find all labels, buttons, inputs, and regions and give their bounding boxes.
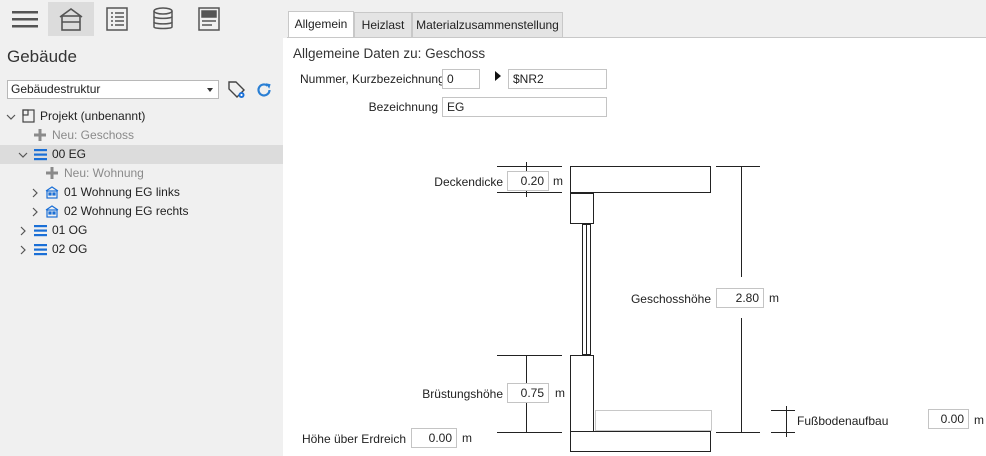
hoehe-erdreich-field[interactable]: 0.00 — [411, 428, 457, 448]
hoehe-erdreich-label: Höhe über Erdreich — [301, 432, 406, 446]
deckendicke-unit: m — [553, 174, 563, 188]
deckendicke-field[interactable]: 0.20 — [507, 171, 549, 191]
parapet-wall — [570, 355, 594, 432]
hoehe-erdreich-unit: m — [462, 431, 472, 445]
fussbodenaufbau-label: Fußbodenaufbau — [797, 414, 889, 428]
geschosshoehe-unit: m — [769, 291, 779, 305]
lintel — [570, 193, 594, 224]
bruestungshoehe-field[interactable]: 0.75 — [507, 383, 549, 403]
fussbodenaufbau-field[interactable]: 0.00 — [928, 409, 969, 429]
deckendicke-label: Deckendicke — [434, 175, 503, 189]
bruestungshoehe-label: Brüstungshöhe — [422, 387, 503, 401]
fussbodenaufbau-unit: m — [974, 413, 984, 427]
geschosshoehe-label: Geschosshöhe — [630, 292, 711, 306]
floor-buildup — [595, 410, 712, 431]
geschosshoehe-field[interactable]: 2.80 — [716, 288, 764, 308]
bruestungshoehe-unit: m — [555, 386, 565, 400]
floor-slab — [570, 431, 711, 452]
ceiling-slab — [570, 166, 711, 193]
